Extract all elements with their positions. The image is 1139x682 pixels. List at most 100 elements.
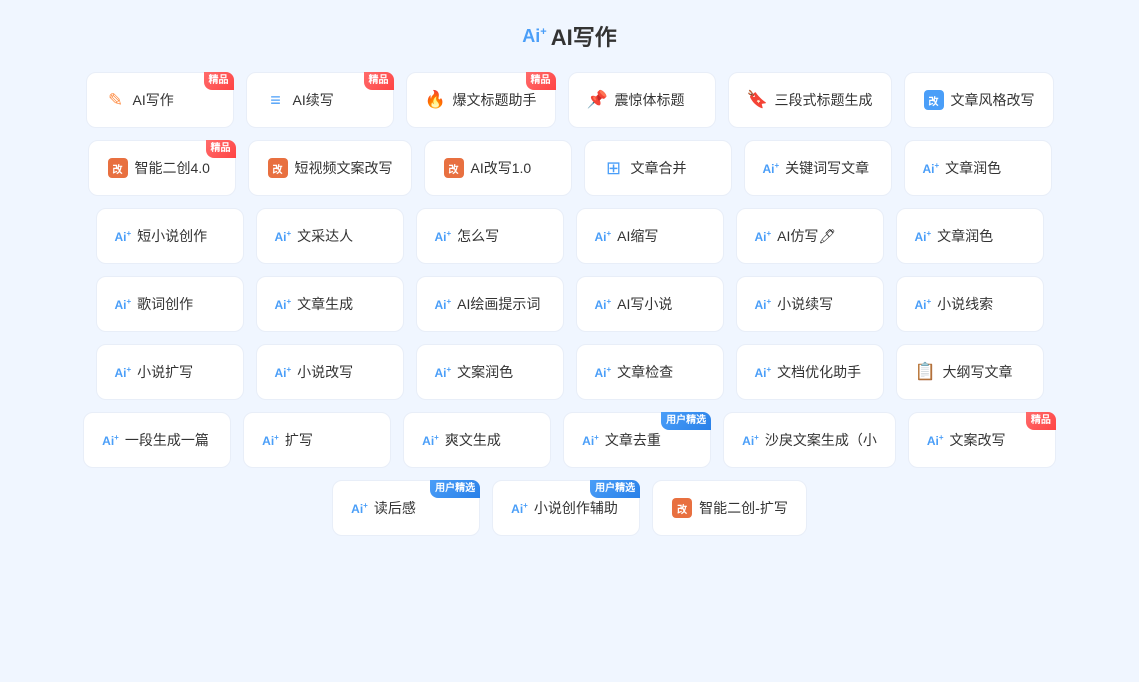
tool-card-short-novel[interactable]: Ai+ 短小说创作	[96, 208, 244, 264]
tool-card-boom-title[interactable]: 精品 🔥 爆文标题助手	[406, 72, 556, 128]
continue-icon: ≡	[265, 89, 287, 111]
tool-card-three-title[interactable]: 🔖 三段式标题生成	[728, 72, 892, 128]
badge-smart-create: 精品	[206, 140, 236, 158]
three-icon: 🔖	[747, 89, 769, 111]
tool-card-outline-write[interactable]: 📋 大纲写文章	[896, 344, 1044, 400]
tool-card-article-check[interactable]: Ai+ 文章检查	[576, 344, 724, 400]
tool-name-ai-draw-prompt: AI绘画提示词	[457, 294, 540, 314]
tool-name-novel-clue: 小说线索	[937, 294, 993, 314]
tool-name-article-check: 文章检查	[617, 362, 673, 382]
tool-card-wen-cai[interactable]: Ai+ 文采达人	[256, 208, 404, 264]
ai-icon: Ai+	[927, 433, 944, 448]
style-icon: 改	[923, 89, 945, 111]
ai-icon: Ai+	[115, 297, 132, 312]
ai-icon: Ai+	[115, 365, 132, 380]
tool-name-read-feeling: 读后感	[374, 498, 416, 518]
title-ai-prefix: Ai+	[522, 26, 546, 47]
tool-name-ai-continue: AI续写	[293, 90, 334, 110]
tool-name-novel-assist: 小说创作辅助	[534, 498, 618, 518]
tool-name-ai-imitate: AI仿写🖊	[777, 226, 836, 246]
ai-icon: Ai+	[351, 501, 368, 516]
badge-copy-rewrite: 精品	[1026, 412, 1056, 430]
ai-icon: Ai+	[923, 161, 940, 176]
tool-card-ai-writing[interactable]: 精品 ✎ AI写作	[86, 72, 234, 128]
badge-novel-assist: 用户精选	[590, 480, 640, 498]
tool-card-doc-optimize[interactable]: Ai+ 文档优化助手	[736, 344, 884, 400]
outline-icon: 📋	[915, 361, 937, 383]
row-1: 精品 改 智能二创4.0 改 短视频文案改写 改 AI改写1.0 ⊞ 文章合并 …	[30, 140, 1110, 196]
tool-name-doc-optimize: 文档优化助手	[777, 362, 861, 382]
ai-icon: Ai+	[275, 365, 292, 380]
tool-name-keyword-write: 关键词写文章	[785, 158, 869, 178]
page-title: Ai+ AI写作	[30, 20, 1110, 52]
tool-card-ai-novel-write[interactable]: Ai+ AI写小说	[576, 276, 724, 332]
tool-card-article-gen[interactable]: Ai+ 文章生成	[256, 276, 404, 332]
tool-card-ai-draw-prompt[interactable]: Ai+ AI绘画提示词	[416, 276, 564, 332]
title-text: AI写作	[551, 20, 617, 52]
tool-card-style-rewrite[interactable]: 改 文章风格改写	[904, 72, 1054, 128]
tool-card-expand[interactable]: Ai+ 扩写	[243, 412, 391, 468]
ai-icon: Ai+	[763, 161, 780, 176]
tool-card-ai-imitate[interactable]: Ai+ AI仿写🖊	[736, 208, 884, 264]
ai-icon: Ai+	[102, 433, 119, 448]
tool-name-novel-continue: 小说续写	[777, 294, 833, 314]
tool-card-article-merge[interactable]: ⊞ 文章合并	[584, 140, 732, 196]
tool-card-article-dedup[interactable]: 用户精选 Ai+ 文章去重	[563, 412, 711, 468]
ai-icon: Ai+	[275, 229, 292, 244]
badge-article-dedup: 用户精选	[661, 412, 711, 430]
tool-card-shock-title[interactable]: 📌 震惊体标题	[568, 72, 716, 128]
tool-name-smart-create: 智能二创4.0	[135, 158, 210, 178]
row-6: 用户精选 Ai+ 读后感 用户精选 Ai+ 小说创作辅助 改 智能二创-扩写	[30, 480, 1110, 536]
ai-icon: Ai+	[435, 297, 452, 312]
tool-name-style-rewrite: 文章风格改写	[951, 90, 1035, 110]
tool-name-three-title: 三段式标题生成	[775, 90, 873, 110]
ai-icon: Ai+	[742, 433, 759, 448]
tool-name-expand: 扩写	[285, 430, 313, 450]
tool-name-novel-rewrite: 小说改写	[297, 362, 353, 382]
badge-read-feeling: 用户精选	[430, 480, 480, 498]
ai-icon: Ai+	[422, 433, 439, 448]
tool-card-novel-clue[interactable]: Ai+ 小说线索	[896, 276, 1044, 332]
tool-card-keyword-write[interactable]: Ai+ 关键词写文章	[744, 140, 892, 196]
tool-card-smart-expand[interactable]: 改 智能二创-扩写	[652, 480, 807, 536]
tool-name-one-para: 一段生成一篇	[125, 430, 209, 450]
row-0: 精品 ✎ AI写作 精品 ≡ AI续写 精品 🔥 爆文标题助手 📌 震惊体标题 …	[30, 72, 1110, 128]
tool-card-copy-rewrite[interactable]: 精品 Ai+ 文案改写	[908, 412, 1056, 468]
shock-icon: 📌	[587, 89, 609, 111]
tool-name-sha-li-copy: 沙戾文案生成（小	[765, 430, 877, 450]
tool-card-video-rewrite[interactable]: 改 短视频文案改写	[248, 140, 412, 196]
tool-card-lyric-create[interactable]: Ai+ 歌词创作	[96, 276, 244, 332]
tool-card-novel-rewrite[interactable]: Ai+ 小说改写	[256, 344, 404, 400]
tool-name-copy-rewrite: 文案改写	[950, 430, 1006, 450]
tool-card-how-write[interactable]: Ai+ 怎么写	[416, 208, 564, 264]
tool-card-ai-continue[interactable]: 精品 ≡ AI续写	[246, 72, 394, 128]
tool-card-copy-polish[interactable]: Ai+ 文案润色	[416, 344, 564, 400]
tool-card-cool-gen[interactable]: Ai+ 爽文生成	[403, 412, 551, 468]
ai-icon: Ai+	[115, 229, 132, 244]
tool-card-sha-li-copy[interactable]: Ai+ 沙戾文案生成（小	[723, 412, 896, 468]
tool-name-ai-shorten: AI缩写	[617, 226, 658, 246]
tool-card-novel-assist[interactable]: 用户精选 Ai+ 小说创作辅助	[492, 480, 640, 536]
ai-icon: Ai+	[595, 297, 612, 312]
writing-icon: ✎	[105, 89, 127, 111]
tool-card-ai-rewrite[interactable]: 改 AI改写1.0	[424, 140, 572, 196]
tool-name-copy-polish: 文案润色	[457, 362, 513, 382]
tool-card-one-para[interactable]: Ai+ 一段生成一篇	[83, 412, 231, 468]
tool-card-article-polish2[interactable]: Ai+ 文章润色	[896, 208, 1044, 264]
tool-card-article-polish1[interactable]: Ai+ 文章润色	[904, 140, 1052, 196]
merge-icon: ⊞	[603, 157, 625, 179]
ai-icon: Ai+	[915, 229, 932, 244]
ai-icon: Ai+	[435, 365, 452, 380]
tool-name-article-gen: 文章生成	[297, 294, 353, 314]
tool-card-novel-continue[interactable]: Ai+ 小说续写	[736, 276, 884, 332]
tool-card-read-feeling[interactable]: 用户精选 Ai+ 读后感	[332, 480, 480, 536]
tool-card-novel-expand[interactable]: Ai+ 小说扩写	[96, 344, 244, 400]
tool-card-ai-shorten[interactable]: Ai+ AI缩写	[576, 208, 724, 264]
ai-icon: Ai+	[582, 433, 599, 448]
tool-name-how-write: 怎么写	[457, 226, 499, 246]
tool-card-smart-create[interactable]: 精品 改 智能二创4.0	[88, 140, 236, 196]
tool-name-lyric-create: 歌词创作	[137, 294, 193, 314]
ai-icon: Ai+	[755, 365, 772, 380]
tool-name-article-polish1: 文章润色	[945, 158, 1001, 178]
tool-name-novel-expand: 小说扩写	[137, 362, 193, 382]
